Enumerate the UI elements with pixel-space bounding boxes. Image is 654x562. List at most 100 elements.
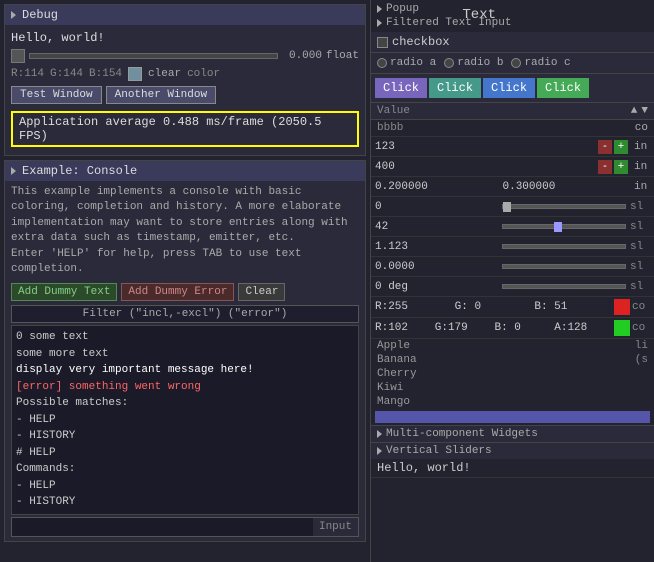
minus-button-2[interactable]: - xyxy=(598,160,612,174)
filter-bar[interactable]: Filter ("incl,-excl") ("error") xyxy=(11,305,359,323)
filtered-text-item[interactable]: Filtered Text Input xyxy=(377,16,648,30)
radio-b-circle[interactable] xyxy=(444,58,454,68)
vertical-sliders-header[interactable]: Vertical Sliders xyxy=(371,442,654,459)
add-dummy-error-button[interactable]: Add Dummy Error xyxy=(121,283,234,301)
rp-slider-2[interactable] xyxy=(502,224,627,229)
plus-button-1[interactable]: + xyxy=(614,140,628,154)
slider-val-5: 0 deg xyxy=(375,281,498,293)
list-item-apple[interactable]: Apple li xyxy=(371,339,654,353)
rp-slider-4[interactable] xyxy=(502,264,627,269)
minus-button-1[interactable]: - xyxy=(598,140,612,154)
test-window-button[interactable]: Test Window xyxy=(11,86,102,104)
checkbox-item[interactable]: checkbox xyxy=(377,35,648,49)
rp-slider-3[interactable] xyxy=(502,244,627,249)
list-item-banana[interactable]: Banana (s xyxy=(371,353,654,367)
r-val-2: R:102 xyxy=(375,322,435,334)
rp-slider-5[interactable] xyxy=(502,284,627,289)
slider-thumb-1[interactable] xyxy=(503,202,511,212)
slider-handle[interactable] xyxy=(11,49,25,63)
slider-val-4: 0.0000 xyxy=(375,261,498,273)
radio-b-item[interactable]: radio b xyxy=(444,57,503,69)
popup-arrow-icon xyxy=(377,5,382,13)
b-val-2: B: 0 xyxy=(495,322,555,334)
sl-label-3: sl xyxy=(630,241,650,253)
value-label: Value xyxy=(377,105,410,117)
output-line: - HELP xyxy=(16,412,354,429)
radio-a-label: radio a xyxy=(390,57,436,69)
click-button-4[interactable]: Click xyxy=(537,78,589,98)
checkbox-square[interactable] xyxy=(377,37,388,48)
color-swatch-red[interactable] xyxy=(614,299,630,315)
slider-row-1: 0 sl xyxy=(371,197,654,217)
popup-item[interactable]: Popup xyxy=(377,2,648,16)
slider-val-3: 1.123 xyxy=(375,241,498,253)
slider-row-2: 42 sl xyxy=(371,217,654,237)
progress-bar xyxy=(375,411,650,423)
debug-hello: Hello, world! xyxy=(11,29,359,47)
output-line: - HISTORY xyxy=(16,494,354,511)
number-value-1: 123 xyxy=(375,141,598,153)
output-line: # HELP xyxy=(16,445,354,462)
value-1: 0.200000 xyxy=(375,181,503,193)
list-item-kiwi[interactable]: Kiwi xyxy=(371,381,654,395)
plus-button-2[interactable]: + xyxy=(614,160,628,174)
radio-c-label: radio c xyxy=(524,57,570,69)
color-preview[interactable] xyxy=(128,67,142,81)
multi-component-header[interactable]: Multi-component Widgets xyxy=(371,425,654,442)
b-val-1: B: 51 xyxy=(534,301,614,313)
float-slider-row: 0.000 float xyxy=(11,47,359,65)
number-row-1: 123 - + in xyxy=(371,137,654,157)
output-line: display very important message here! xyxy=(16,362,354,379)
console-header[interactable]: Example: Console xyxy=(5,161,365,181)
color-swatch-green[interactable] xyxy=(614,320,630,336)
output-line: Possible matches: xyxy=(16,395,354,412)
co-label-2: co xyxy=(630,322,650,334)
list-item-mango[interactable]: Mango xyxy=(371,395,654,409)
hello-world-right: Hello, world! xyxy=(371,459,654,478)
perf-container: Application average 0.488 ms/frame (2050… xyxy=(11,107,359,151)
co-label-1: co xyxy=(630,301,650,313)
radio-c-item[interactable]: radio c xyxy=(511,57,570,69)
console-input[interactable] xyxy=(12,518,313,536)
scroll-arrow-up[interactable]: ▲ xyxy=(631,105,638,117)
console-section: Example: Console This example implements… xyxy=(4,160,366,542)
console-title: Example: Console xyxy=(22,164,137,178)
sl-label-4: sl xyxy=(630,261,650,273)
add-dummy-text-button[interactable]: Add Dummy Text xyxy=(11,283,117,301)
filtered-arrow-icon xyxy=(377,19,382,27)
scroll-arrow-down[interactable]: ▼ xyxy=(641,105,648,117)
slider-thumb-2[interactable] xyxy=(554,222,562,232)
checkbox-row: checkbox xyxy=(371,32,654,53)
input-label: Input xyxy=(313,521,358,533)
radio-a-item[interactable]: radio a xyxy=(377,57,436,69)
click-bar: Click Click Click Click xyxy=(371,74,654,103)
r-val-1: R:255 xyxy=(375,301,455,313)
r-label: R:114 xyxy=(11,68,44,80)
number-controls-2: - + in xyxy=(598,160,650,174)
console-input-row: Input xyxy=(11,517,359,537)
debug-body: Hello, world! 0.000 float R:114 G:144 B:… xyxy=(5,25,365,155)
radio-b-label: radio b xyxy=(457,57,503,69)
click-button-2[interactable]: Click xyxy=(429,78,481,98)
output-line: - HELP xyxy=(16,478,354,495)
radio-a-circle[interactable] xyxy=(377,58,387,68)
a-val-2: A:128 xyxy=(554,322,614,334)
float-slider-track[interactable] xyxy=(29,53,278,59)
g-label: G:144 xyxy=(50,68,83,80)
float-slider-value: 0.000 xyxy=(282,50,322,62)
radio-c-circle[interactable] xyxy=(511,58,521,68)
perf-text: Application average 0.488 ms/frame (2050… xyxy=(11,111,359,147)
click-button-3[interactable]: Click xyxy=(483,78,535,98)
color-label: color xyxy=(187,68,220,80)
rp-slider-1[interactable] xyxy=(502,204,627,209)
number-row-2: 400 - + in xyxy=(371,157,654,177)
list-item-cherry[interactable]: Cherry xyxy=(371,367,654,381)
click-button-1[interactable]: Click xyxy=(375,78,427,98)
right-panel: Text Popup Filtered Text Input checkbox … xyxy=(370,0,654,562)
another-window-button[interactable]: Another Window xyxy=(106,86,216,104)
radio-row: radio a radio b radio c xyxy=(371,53,654,74)
multi-component-label: Multi-component Widgets xyxy=(386,428,538,440)
color-row-1: R:255 G: 0 B: 51 co xyxy=(371,297,654,318)
debug-header[interactable]: Debug xyxy=(5,5,365,25)
clear-button[interactable]: Clear xyxy=(238,283,285,301)
